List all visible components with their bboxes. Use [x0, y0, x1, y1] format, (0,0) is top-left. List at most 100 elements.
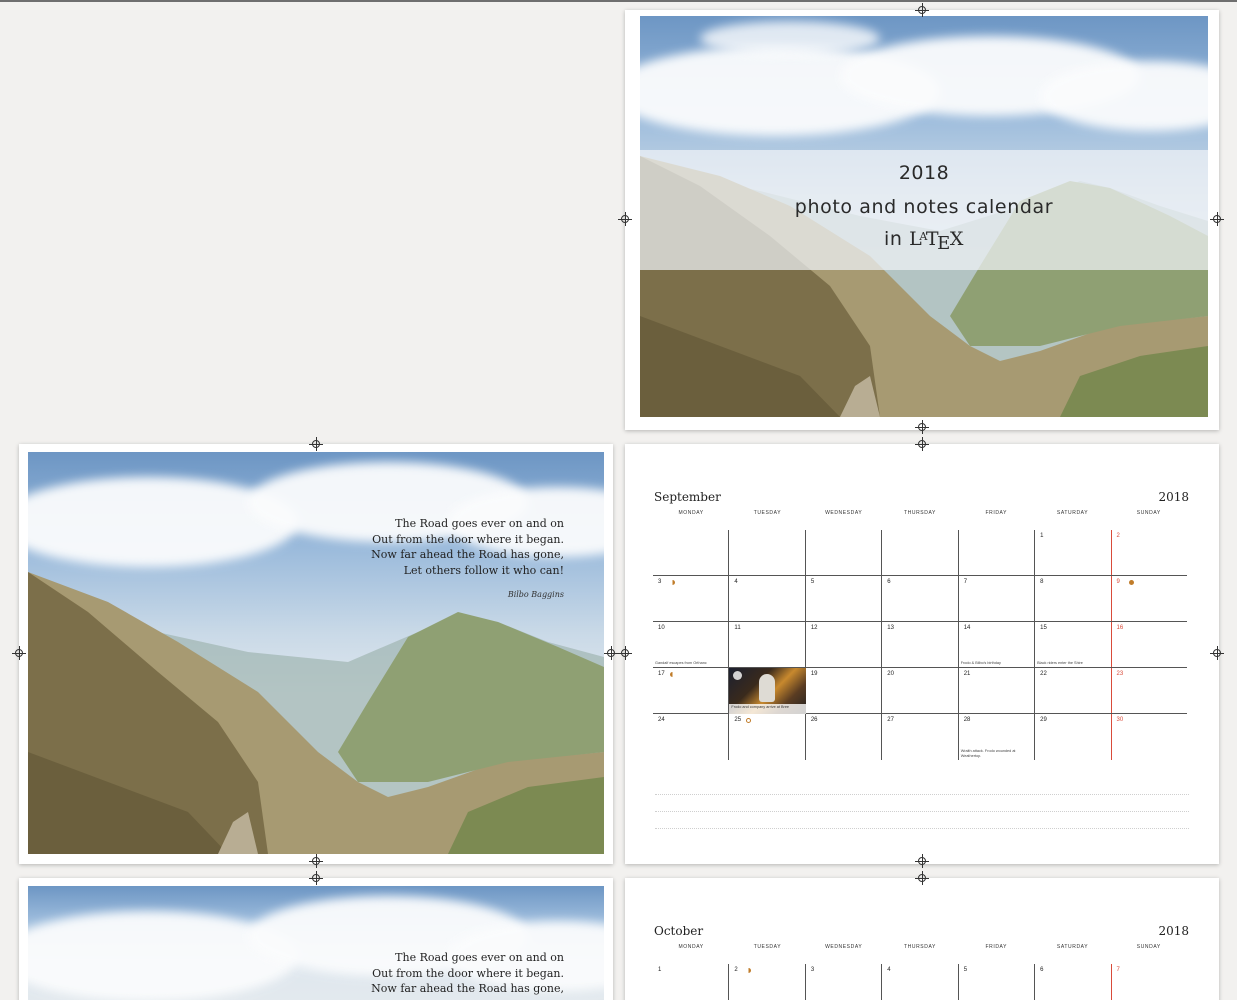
crop-target-icon [1210, 212, 1224, 226]
calendar-header: September 2018 [654, 490, 1189, 504]
first-quarter-moon-icon [670, 672, 675, 677]
day-number: 1 [658, 967, 662, 973]
day-cell[interactable]: 1 [1035, 530, 1112, 575]
day-cell[interactable]: 19 [806, 668, 883, 713]
day-cell[interactable]: 7 [959, 576, 1036, 621]
day-cell[interactable]: 4 [882, 964, 959, 1000]
notes-lines [655, 778, 1189, 829]
day-number: 10 [658, 625, 665, 631]
weekday-label: MONDAY [678, 510, 704, 516]
crop-target-icon [915, 437, 929, 451]
poem-page: The Road goes ever on and on Out from th… [19, 444, 613, 864]
cover-year: 2018 [898, 162, 950, 184]
crop-target-icon [12, 646, 26, 660]
day-cell[interactable]: 9 [1112, 576, 1187, 621]
weekday-label: WEDNESDAY [825, 944, 863, 950]
day-number: 2 [1116, 533, 1120, 539]
day-number: 30 [1116, 717, 1124, 723]
day-cell[interactable]: 8 [1035, 576, 1112, 621]
day-number: 6 [887, 579, 891, 585]
day-number: 3 [810, 967, 815, 973]
day-cell[interactable]: 17 [653, 668, 730, 713]
day-cell[interactable]: 13 [882, 622, 959, 667]
day-cell[interactable]: 16 [1112, 622, 1187, 667]
crop-target-icon [915, 854, 929, 868]
day-cell[interactable]: 22 [1035, 668, 1112, 713]
day-cell[interactable]: 29 [1035, 714, 1112, 760]
day-cell[interactable] [653, 530, 730, 575]
day-cell[interactable]: 1 [653, 964, 730, 1000]
day-cell[interactable]: 23 [1112, 668, 1187, 713]
day-cell[interactable]: 10 Gandalf escapes from Orthanc [653, 622, 730, 667]
day-number: 19 [810, 671, 818, 677]
crop-target-icon [618, 646, 632, 660]
crop-target-icon [309, 437, 323, 451]
day-number: 25 [734, 717, 742, 723]
day-cell[interactable]: 21 [959, 668, 1036, 713]
day-cell-with-photo[interactable]: Frodo and company arrive at Bree [729, 668, 807, 714]
day-cell[interactable]: 5 [959, 964, 1036, 1000]
day-number: 28 [963, 717, 971, 723]
day-cell[interactable]: 5 [806, 576, 883, 621]
day-cell[interactable]: 2 [729, 964, 806, 1000]
note-line[interactable] [655, 778, 1189, 795]
day-cell[interactable]: 28 Wraith attack. Frodo wounded at Weathe… [959, 714, 1036, 760]
poem-line-1: The Road goes ever on and on [395, 517, 564, 530]
day-cell[interactable]: 30 [1112, 714, 1187, 760]
weekday-label: THURSDAY [904, 510, 936, 516]
day-number: 6 [1040, 967, 1044, 973]
calendar-week: 24 25 26 27 28 Wraith attack. Frodo wound… [653, 714, 1187, 760]
month-title: October [654, 924, 704, 938]
day-number: 15 [1040, 625, 1047, 631]
day-cell[interactable]: 4 [729, 576, 806, 621]
last-quarter-moon-icon [746, 968, 752, 973]
day-cell[interactable]: 14 Frodo & Bilbo's birthday [959, 622, 1036, 667]
day-cell[interactable]: 25 [729, 714, 806, 760]
poem-author: Bilbo Baggins [507, 590, 564, 599]
photo-badge-icon [733, 671, 743, 680]
day-cell[interactable]: 24 [653, 714, 730, 760]
day-cell[interactable] [959, 530, 1036, 575]
cover-title: photo and notes calendar [794, 196, 1054, 218]
day-cell[interactable]: 3 [653, 576, 730, 621]
day-number: 16 [1116, 625, 1124, 631]
day-number: 13 [887, 625, 894, 631]
weekday-label: TUESDAY [753, 510, 782, 516]
october-calendar-page: October 2018 MONDAY TUESDAY WEDNESDAY TH… [625, 878, 1219, 1000]
crop-target-icon [604, 646, 618, 660]
calendar-week: 17 Frodo and company arrive at Bree 19 2… [653, 668, 1187, 714]
day-number: 1 [1040, 533, 1044, 539]
day-cell[interactable]: 12 [806, 622, 883, 667]
calendar-week: 10 Gandalf escapes from Orthanc 11 12 13 … [653, 622, 1187, 668]
day-cell[interactable]: 6 [1035, 964, 1112, 1000]
event-photo-thumbnail: Frodo and company arrive at Bree [729, 668, 807, 714]
weekday-label: WEDNESDAY [825, 510, 863, 516]
day-cell[interactable]: 27 [882, 714, 959, 760]
day-cell[interactable]: 26 [806, 714, 883, 760]
poem-landscape-photo-2: The Road goes ever on and on Out from th… [28, 886, 604, 1000]
calendar-week: 3 4 5 6 7 8 9 [653, 576, 1187, 622]
day-cell[interactable]: 15 Black riders enter the Shire [1035, 622, 1112, 667]
poem-line-3: Now far ahead the Road has gone, [371, 982, 564, 995]
day-cell[interactable]: 2 [1112, 530, 1187, 575]
day-number: 4 [887, 967, 891, 973]
day-cell[interactable]: 3 [806, 964, 883, 1000]
poem-block-2: The Road goes ever on and on Out from th… [371, 950, 564, 997]
day-cell[interactable] [806, 530, 883, 575]
weekday-label: MONDAY [678, 944, 704, 950]
day-cell[interactable] [729, 530, 806, 575]
weekday-label: FRIDAY [985, 944, 1008, 950]
poem-block: The Road goes ever on and on Out from th… [371, 516, 564, 603]
day-cell[interactable]: 6 [882, 576, 959, 621]
day-cell[interactable]: 11 [729, 622, 806, 667]
note-line[interactable] [655, 812, 1189, 829]
day-cell[interactable]: 20 [882, 668, 959, 713]
weekday-label: FRIDAY [985, 510, 1008, 516]
day-number: 26 [810, 717, 818, 723]
day-number: 12 [810, 625, 818, 631]
day-cell[interactable] [882, 530, 959, 575]
calendar-week: 1 2 [653, 530, 1187, 576]
note-line[interactable] [655, 795, 1189, 812]
day-cell[interactable]: 7 [1112, 964, 1187, 1000]
cover-title-band: 2018 photo and notes calendar in LATEX [640, 150, 1208, 270]
